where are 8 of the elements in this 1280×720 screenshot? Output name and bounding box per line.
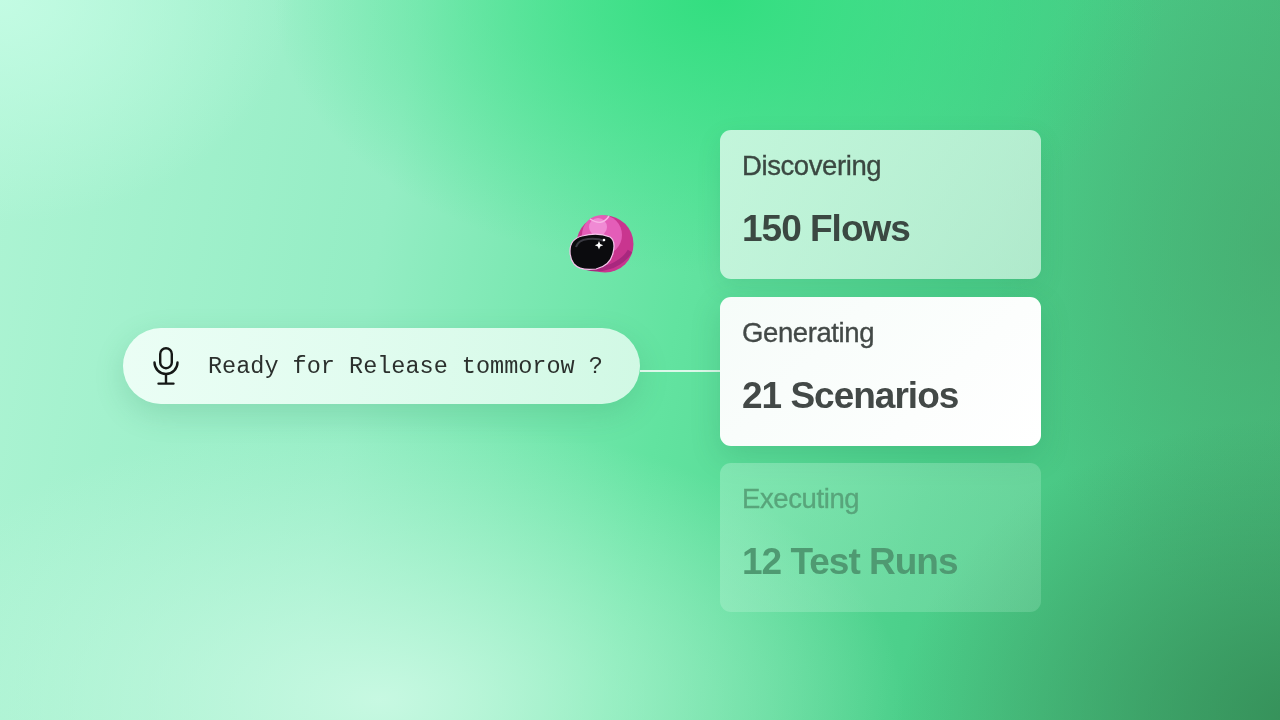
step-count: 150 Flows xyxy=(742,207,910,251)
microphone-icon xyxy=(153,347,179,385)
step-count: 21 Scenarios xyxy=(742,373,959,418)
step-label: Executing xyxy=(742,484,860,514)
step-count: 12 Test Runs xyxy=(742,540,958,584)
prompt-text: Ready for Release tommorow ? xyxy=(208,352,603,380)
step-label: Generating xyxy=(742,317,875,348)
step-label: Discovering xyxy=(742,151,882,181)
